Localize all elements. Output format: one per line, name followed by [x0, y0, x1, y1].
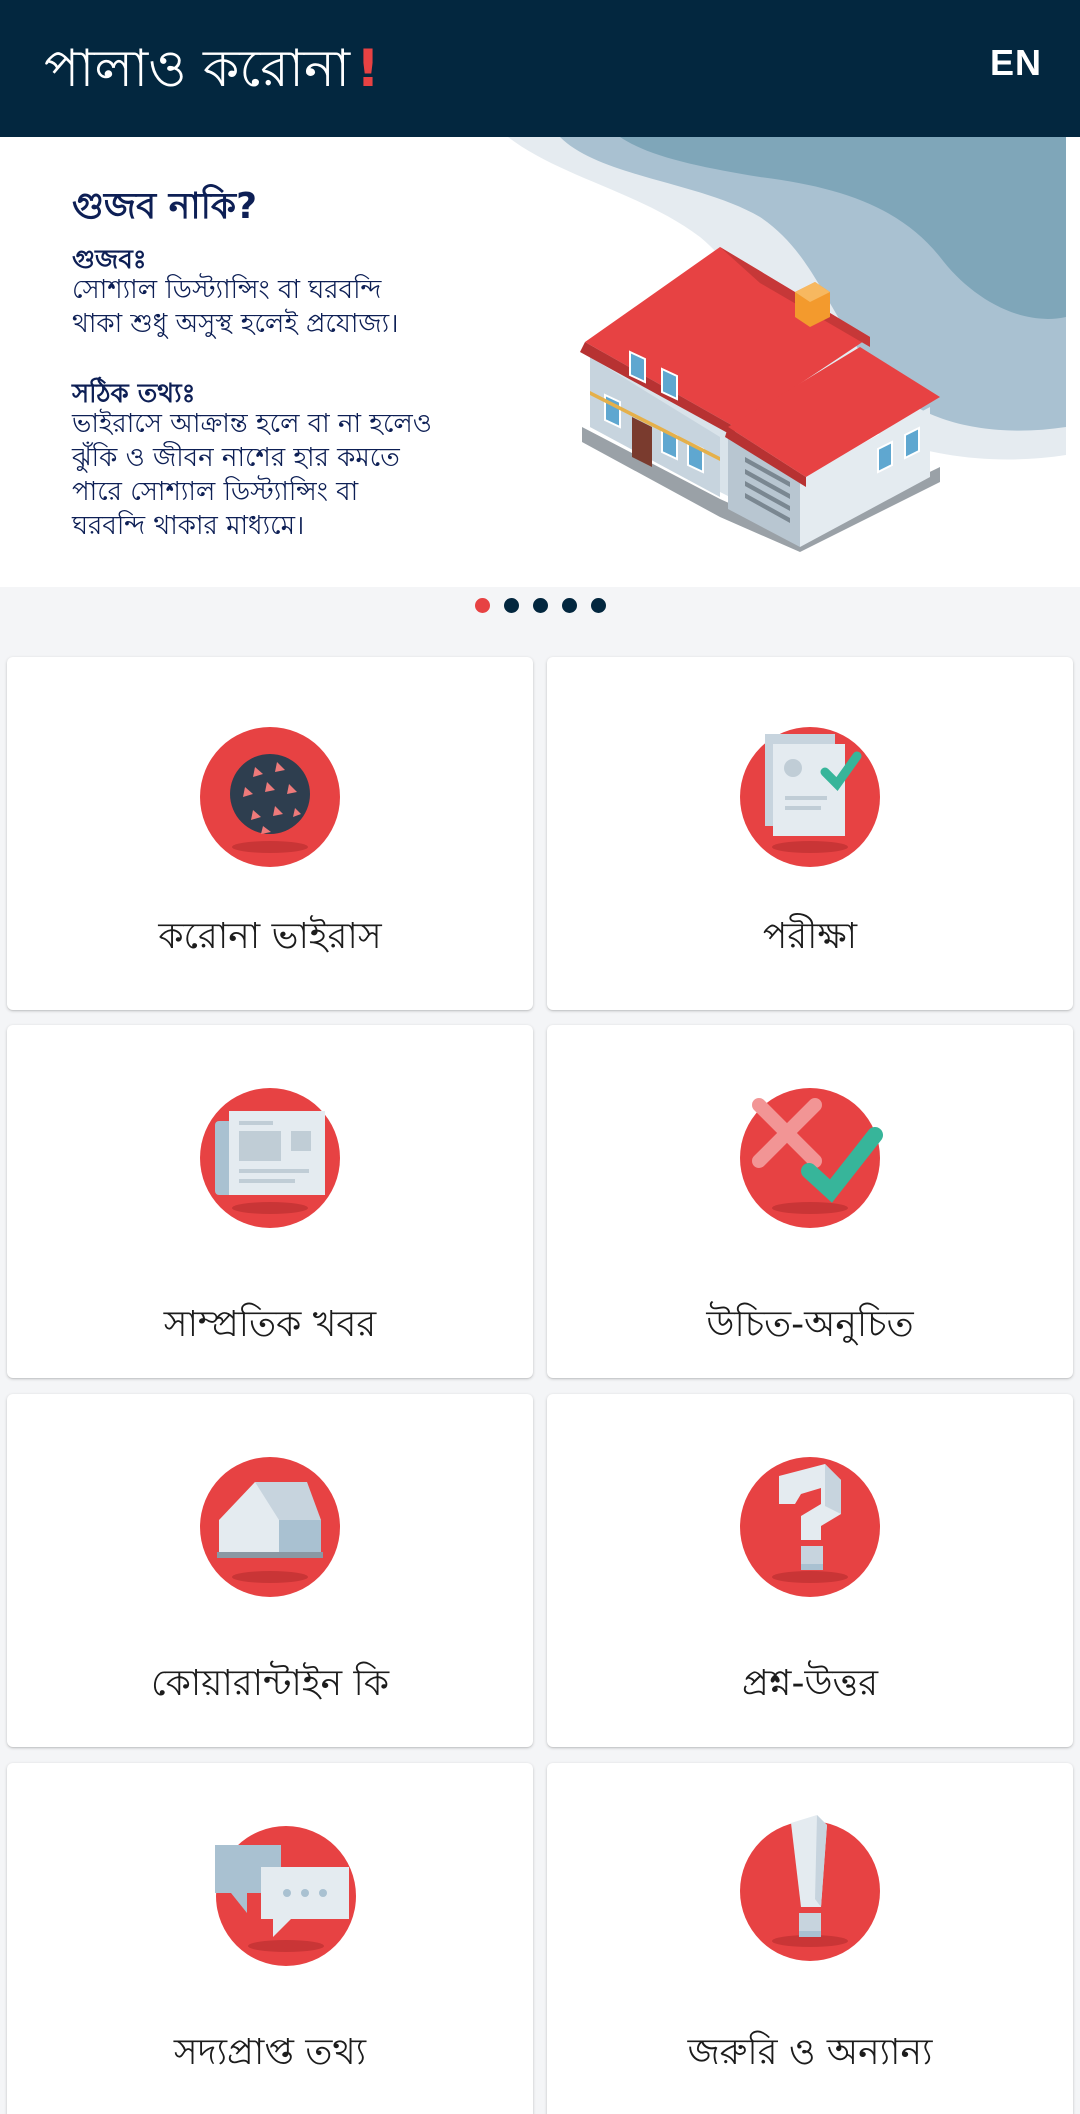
menu-label: কোয়ারান্টাইন কি: [150, 1663, 390, 1704]
fact-text: ভাইরাসে আক্রান্ত হলে বা না হলেও ঝুঁকি ও …: [72, 409, 432, 541]
house-icon: [200, 1457, 340, 1597]
app-title: পালাও করোনা!: [44, 28, 380, 115]
question-icon: [740, 1457, 880, 1597]
menu-card-latest-news[interactable]: সাম্প্রতিক খবর: [7, 1025, 533, 1378]
info-carousel[interactable]: গুজব নাকি? গুজবঃ সোশ্যাল ডিস্ট্যান্সিং ব…: [0, 137, 1080, 587]
menu-card-faq[interactable]: প্রশ্ন-উত্তর: [547, 1394, 1073, 1747]
menu-card-test[interactable]: পরীক্ষা: [547, 657, 1073, 1010]
pager-dot-1[interactable]: [474, 598, 490, 613]
menu-card-coronavirus[interactable]: করোনা ভাইরাস: [7, 657, 533, 1010]
app-title-text: পালাও করোনা: [44, 39, 351, 99]
pager-dot-4[interactable]: [561, 598, 577, 613]
menu-card-dos-donts[interactable]: উচিত-অনুচিত: [547, 1025, 1073, 1378]
menu-label: সাম্প্রতিক খবর: [163, 1304, 377, 1345]
menu-card-emergency[interactable]: জরুরি ও অন্যান্য: [547, 1763, 1073, 2114]
app-bar: পালাও করোনা! EN: [0, 0, 1080, 137]
test-report-icon: [740, 727, 880, 867]
pager-dot-3[interactable]: [532, 598, 548, 613]
language-toggle-button[interactable]: EN: [990, 42, 1042, 84]
do-dont-icon: [740, 1088, 883, 1228]
exclamation-icon: [740, 1815, 880, 1961]
chat-icon: [214, 1826, 356, 1966]
app-title-exclaim: !: [356, 39, 380, 99]
menu-label: সদ্যপ্রাপ্ত তথ্য: [173, 2032, 367, 2073]
menu-label: পরীক্ষা: [762, 916, 858, 957]
pager-dot-2[interactable]: [503, 598, 519, 613]
menu-label: করোনা ভাইরাস: [158, 916, 382, 957]
carousel-pager: [0, 598, 1080, 618]
pager-dot-5[interactable]: [590, 598, 606, 613]
virus-icon: [200, 727, 340, 867]
menu-card-latest-info[interactable]: সদ্যপ্রাপ্ত তথ্য: [7, 1763, 533, 2114]
menu-label: উচিত-অনুচিত: [706, 1304, 914, 1345]
rumor-text: সোশ্যাল ডিস্ট্যান্সিং বা ঘরবন্দি থাকা শু…: [72, 275, 399, 339]
newspaper-icon: [200, 1088, 340, 1228]
menu-label: জরুরি ও অন্যান্য: [687, 2032, 933, 2073]
slide-title: গুজব নাকি?: [72, 186, 257, 227]
menu-label: প্রশ্ন-উত্তর: [741, 1663, 879, 1704]
menu-card-quarantine[interactable]: কোয়ারান্টাইন কি: [7, 1394, 533, 1747]
